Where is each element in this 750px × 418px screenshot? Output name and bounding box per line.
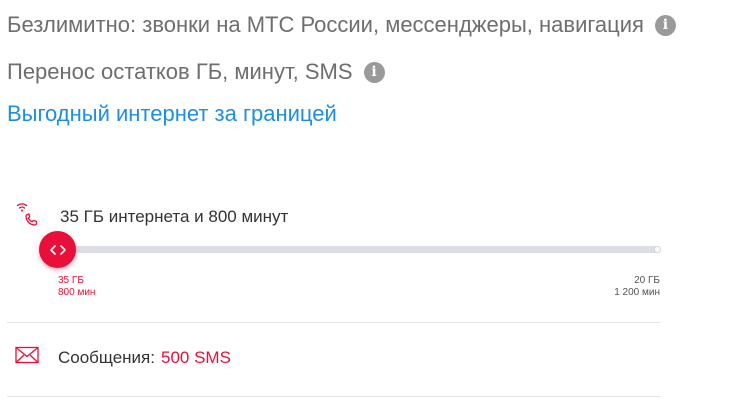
divider xyxy=(7,396,660,397)
chevron-left-right-icon xyxy=(49,244,66,255)
slider-min-label: 35 ГБ 800 мин xyxy=(58,275,95,299)
sms-row: Сообщения: 500 SMS xyxy=(15,346,231,369)
package-label: 35 ГБ интернета и 800 минут xyxy=(60,206,289,226)
slider-max-minutes: 1 200 мин xyxy=(614,287,660,298)
package-header: 35 ГБ интернета и 800 минут xyxy=(15,200,288,233)
slider-thumb[interactable] xyxy=(39,231,76,268)
feature-rollover: Перенос остатков ГБ, минут, SMS i xyxy=(7,59,385,85)
slider-min-gb: 35 ГБ xyxy=(58,275,84,286)
package-slider[interactable] xyxy=(39,231,661,271)
envelope-icon xyxy=(15,346,39,369)
info-icon[interactable]: i xyxy=(363,61,385,83)
feature-rollover-text: Перенос остатков ГБ, минут, SMS xyxy=(7,59,353,84)
slider-max-gb: 20 ГБ xyxy=(634,275,660,286)
slider-end-dot xyxy=(654,246,661,253)
sms-value: 500 SMS xyxy=(161,347,231,367)
roaming-internet-link[interactable]: Выгодный интернет за границей xyxy=(7,101,337,127)
info-icon[interactable]: i xyxy=(654,14,676,36)
feature-unlimited: Безлимитно: звонки на МТС России, мессен… xyxy=(7,12,676,38)
slider-min-minutes: 800 мин xyxy=(58,287,96,298)
feature-unlimited-text: Безлимитно: звонки на МТС России, мессен… xyxy=(7,12,644,37)
wifi-phone-icon xyxy=(15,200,43,233)
sms-label: Сообщения: xyxy=(58,347,155,367)
slider-track[interactable] xyxy=(49,246,659,253)
divider xyxy=(7,322,660,323)
slider-max-label: 20 ГБ 1 200 мин xyxy=(614,275,660,299)
